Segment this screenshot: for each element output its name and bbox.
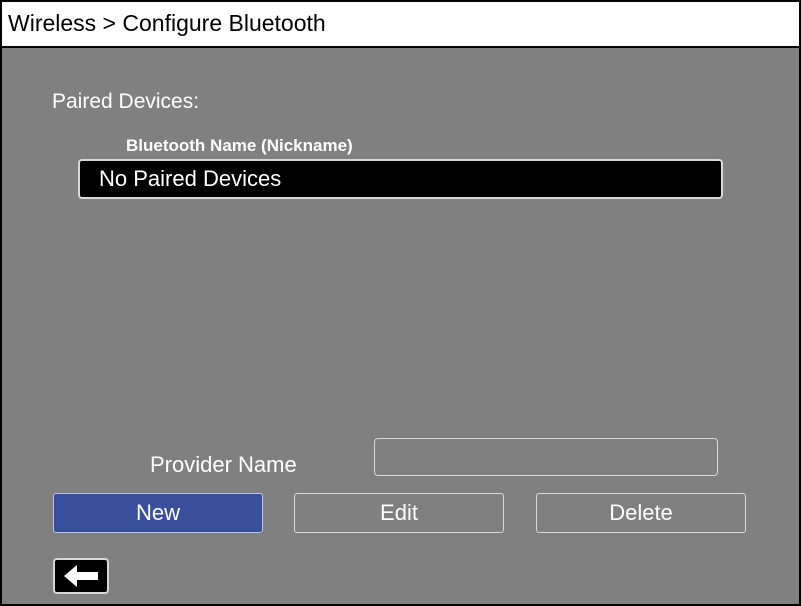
provider-name-label: Provider Name xyxy=(150,452,297,477)
device-list-row[interactable]: No Paired Devices xyxy=(78,159,723,199)
left-arrow-icon xyxy=(64,565,98,587)
edit-button[interactable]: Edit xyxy=(294,493,504,533)
provider-name-input[interactable] xyxy=(374,438,718,476)
device-list-row-label: No Paired Devices xyxy=(99,166,282,191)
bluetooth-name-column-header: Bluetooth Name (Nickname) xyxy=(126,136,353,155)
title-bar: Wireless > Configure Bluetooth xyxy=(2,2,799,48)
delete-button[interactable]: Delete xyxy=(536,493,746,533)
new-button[interactable]: New xyxy=(53,493,263,533)
back-button[interactable] xyxy=(53,558,109,594)
screen-frame: Wireless > Configure Bluetooth Paired De… xyxy=(0,0,801,606)
paired-devices-label: Paired Devices: xyxy=(52,90,200,113)
page-title: Wireless > Configure Bluetooth xyxy=(8,10,326,36)
